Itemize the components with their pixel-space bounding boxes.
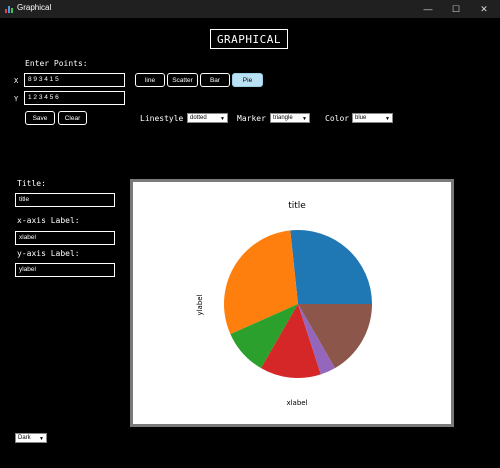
x-points-input[interactable]: 8 9 3 4 1 5 <box>24 73 125 87</box>
scatter-button[interactable]: Scatter <box>167 73 198 87</box>
close-button[interactable]: ✕ <box>470 0 498 18</box>
chevron-down-icon: ▼ <box>302 116 307 122</box>
pie-chart: title xlabel ylabel <box>196 201 372 407</box>
yaxis-heading: y-axis Label: <box>17 249 80 258</box>
marker-select[interactable]: triangle ▼ <box>270 113 310 123</box>
y-label: Y <box>14 95 19 103</box>
linestyle-select[interactable]: dotted ▼ <box>187 113 228 123</box>
linestyle-label: Linestyle <box>140 114 184 123</box>
marker-label: Marker <box>237 114 266 123</box>
bar-button[interactable]: Bar <box>200 73 230 87</box>
x-label: X <box>14 77 19 85</box>
y-points-input[interactable]: 1 2 3 4 5 6 <box>24 91 125 105</box>
maximize-icon: ☐ <box>451 3 461 14</box>
save-button[interactable]: Save <box>25 111 55 125</box>
chart-ylabel: ylabel <box>196 294 204 315</box>
plot-canvas: title xlabel ylabel <box>130 179 454 427</box>
pie-button[interactable]: Pie <box>232 73 263 87</box>
title-input[interactable]: title <box>15 193 115 207</box>
theme-select[interactable]: Dark ▼ <box>15 433 47 443</box>
points-heading: Enter Points: <box>25 59 88 68</box>
yaxis-input[interactable]: ylabel <box>15 263 115 277</box>
pie-slice-1 <box>290 230 372 304</box>
line-button[interactable]: line <box>135 73 165 87</box>
app-icon <box>5 6 13 13</box>
theme-value: Dark <box>18 435 31 441</box>
minimize-icon: — <box>423 4 433 14</box>
linestyle-value: dotted <box>190 115 207 121</box>
xaxis-heading: x-axis Label: <box>17 216 80 225</box>
maximize-button[interactable]: ☐ <box>442 0 470 18</box>
chevron-down-icon: ▼ <box>385 116 390 122</box>
chevron-down-icon: ▼ <box>220 116 225 122</box>
color-label: Color <box>325 114 350 123</box>
marker-value: triangle <box>273 115 293 121</box>
xaxis-input[interactable]: xlabel <box>15 231 115 245</box>
close-icon: ✕ <box>480 3 488 14</box>
window-title: Graphical <box>17 3 52 12</box>
color-value: blue <box>355 115 367 121</box>
chart-xlabel: xlabel <box>286 399 307 407</box>
color-select[interactable]: blue ▼ <box>352 113 393 123</box>
app-banner: GRAPHICAL <box>210 29 288 49</box>
chevron-down-icon: ▼ <box>39 436 44 442</box>
title-heading: Title: <box>17 179 46 188</box>
clear-button[interactable]: Clear <box>58 111 87 125</box>
window-titlebar: Graphical — ☐ ✕ <box>0 0 500 18</box>
minimize-button[interactable]: — <box>414 0 442 18</box>
chart-title: title <box>288 201 306 211</box>
